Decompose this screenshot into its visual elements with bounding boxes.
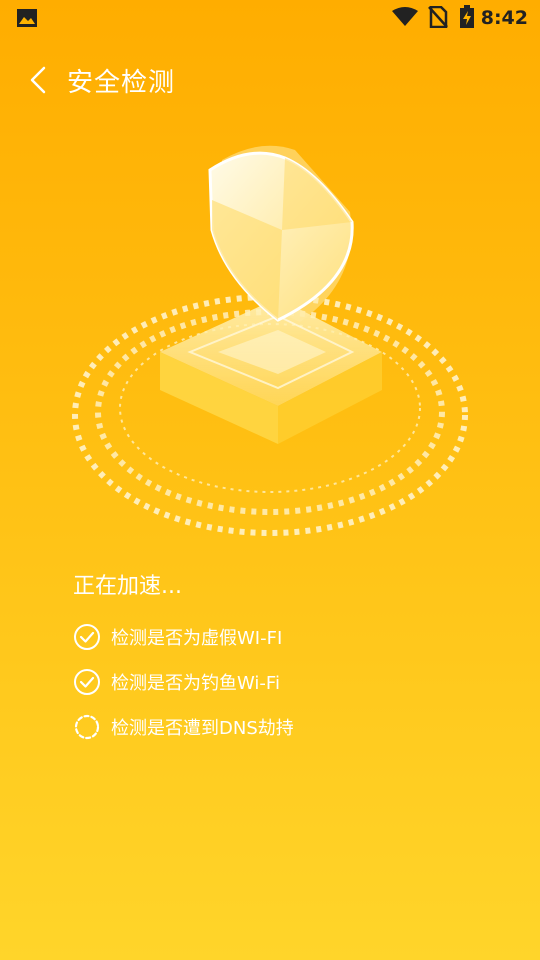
no-sim-icon [428, 6, 448, 28]
check-item-fake-wifi: 检测是否为虚假WI-FI [73, 614, 493, 659]
status-bar: 8:42 [0, 0, 540, 36]
check-circle-icon [74, 668, 100, 695]
check-label: 检测是否为虚假WI-FI [111, 627, 283, 649]
page-title: 安全检测 [67, 68, 176, 98]
check-item-dns-hijack: 检测是否遭到DNS劫持 [73, 704, 493, 749]
image-icon [17, 9, 37, 27]
chevron-left-icon [30, 66, 46, 94]
check-item-phishing-wifi: 检测是否为钓鱼Wi-Fi [73, 659, 493, 704]
status-time: 8:42 [480, 7, 528, 29]
back-button[interactable] [24, 62, 56, 98]
shield-icon [208, 151, 354, 322]
check-label: 检测是否为钓鱼Wi-Fi [111, 672, 280, 694]
battery-charging-icon [460, 5, 474, 28]
wifi-icon [392, 7, 418, 26]
spinner-icon [74, 714, 100, 739]
app-bar: 安全检测 [0, 52, 540, 108]
check-circle-icon [74, 623, 100, 650]
scan-progress: 正在加速... 检测是否为虚假WI-FI 检测是否为钓鱼Wi-Fi 检测是否遭到… [73, 568, 493, 749]
check-label: 检测是否遭到DNS劫持 [111, 717, 294, 739]
security-shield-illustration [72, 145, 468, 536]
progress-title: 正在加速... [73, 574, 182, 599]
